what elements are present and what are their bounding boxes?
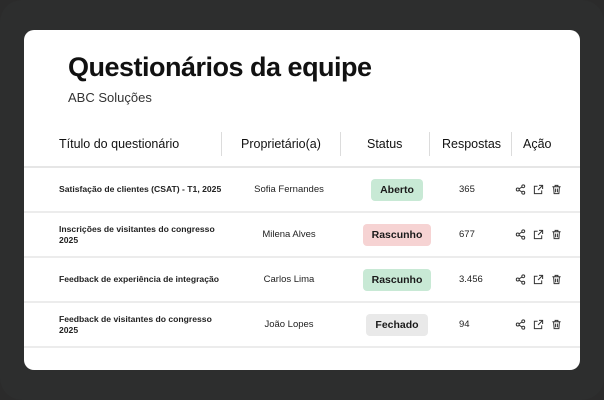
status-badge: Aberto xyxy=(371,178,423,201)
survey-title[interactable]: Feedback de experiência de integração xyxy=(59,258,229,301)
export-icon[interactable] xyxy=(533,184,544,195)
survey-title[interactable]: Inscrições de visitantes do congresso 20… xyxy=(59,213,229,256)
row-actions xyxy=(504,168,580,211)
survey-owner: Sofia Fernandes xyxy=(254,184,324,195)
share-icon[interactable] xyxy=(515,274,526,285)
status-cell: Rascunho xyxy=(342,258,452,301)
trash-icon[interactable] xyxy=(551,274,562,285)
survey-owner: Milena Alves xyxy=(262,229,316,240)
export-icon[interactable] xyxy=(533,319,544,330)
page-title: Questionários da equipe xyxy=(68,52,372,82)
column-header-owner[interactable]: Proprietário(a) xyxy=(241,130,321,166)
survey-title[interactable]: Feedback de visitantes do congresso 2025 xyxy=(59,303,229,346)
export-icon[interactable] xyxy=(533,274,544,285)
row-actions xyxy=(504,213,580,256)
column-header-status[interactable]: Status xyxy=(367,130,402,166)
survey-owner: Carlos Lima xyxy=(263,274,315,285)
table-row[interactable]: Feedback de visitantes do congresso 2025… xyxy=(24,303,580,348)
table-header: Título do questionário Proprietário(a) S… xyxy=(24,130,580,168)
status-badge: Rascunho xyxy=(362,223,432,246)
status-badge: Rascunho xyxy=(362,268,432,291)
column-divider xyxy=(511,132,512,156)
status-cell: Fechado xyxy=(342,303,452,346)
trash-icon[interactable] xyxy=(551,184,562,195)
share-icon[interactable] xyxy=(515,229,526,240)
survey-owner: João Lopes xyxy=(264,319,314,330)
column-header-title[interactable]: Título do questionário xyxy=(59,130,179,166)
status-cell: Rascunho xyxy=(342,213,452,256)
trash-icon[interactable] xyxy=(551,229,562,240)
table-row[interactable]: Feedback de experiência de integração Ca… xyxy=(24,258,580,303)
table-row[interactable]: Inscrições de visitantes do congresso 20… xyxy=(24,213,580,258)
page-subtitle: ABC Soluções xyxy=(68,90,152,105)
surveys-card: Questionários da equipe ABC Soluções Tít… xyxy=(24,30,580,370)
column-divider xyxy=(221,132,222,156)
device-frame: Questionários da equipe ABC Soluções Tít… xyxy=(0,0,604,400)
row-actions xyxy=(504,303,580,346)
surveys-table: Título do questionário Proprietário(a) S… xyxy=(24,130,580,348)
share-icon[interactable] xyxy=(515,319,526,330)
status-badge: Fechado xyxy=(366,313,428,336)
column-divider xyxy=(340,132,341,156)
column-header-action: Ação xyxy=(523,137,552,151)
table-row[interactable]: Satisfação de clientes (CSAT) - T1, 2025… xyxy=(24,168,580,213)
survey-title[interactable]: Satisfação de clientes (CSAT) - T1, 2025 xyxy=(59,168,229,211)
status-cell: Aberto xyxy=(342,168,452,211)
trash-icon[interactable] xyxy=(551,319,562,330)
share-icon[interactable] xyxy=(515,184,526,195)
column-header-responses[interactable]: Respostas xyxy=(442,130,501,166)
row-actions xyxy=(504,258,580,301)
column-divider xyxy=(429,132,430,156)
export-icon[interactable] xyxy=(533,229,544,240)
